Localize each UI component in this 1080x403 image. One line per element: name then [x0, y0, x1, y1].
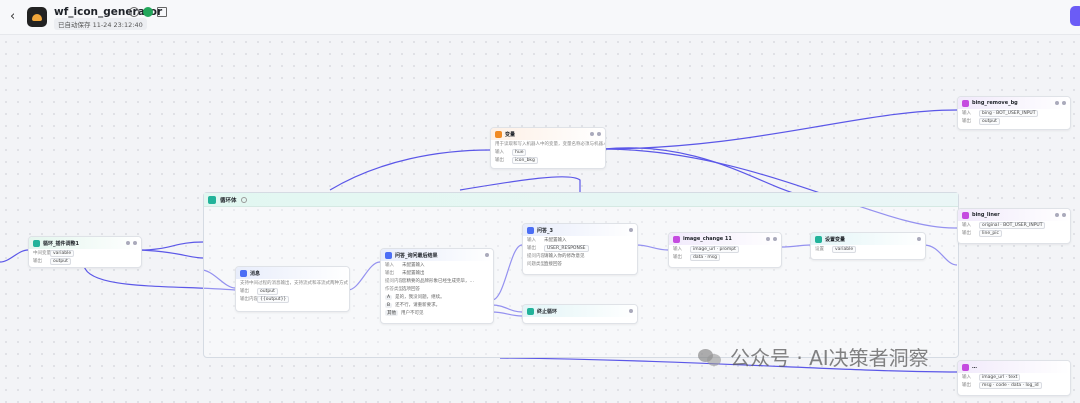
- more-icon[interactable]: [1062, 213, 1066, 217]
- answer-option[interactable]: B 还不行，请重新要求。: [381, 301, 493, 309]
- set-variable-icon: [815, 235, 822, 243]
- answer-option[interactable]: 其他 用户不可见: [381, 309, 493, 317]
- node-message[interactable]: 消息 支持中间过程的消息输出，支持流式和非流式两种方式 输出 output 输出内…: [235, 266, 350, 312]
- more-icon[interactable]: [629, 228, 633, 232]
- message-icon: [240, 269, 247, 277]
- node-row: 作答类型 选项回答: [385, 287, 420, 292]
- node-title: 问答_3: [537, 227, 553, 234]
- plugin-icon: [962, 211, 969, 219]
- node-title: 终止循环: [537, 308, 558, 315]
- node-header: image_change 11: [669, 233, 781, 245]
- stop-loop-icon: [527, 307, 534, 315]
- more-icon[interactable]: [629, 309, 633, 313]
- plugin-icon: [962, 363, 969, 371]
- node-stop-loop[interactable]: 终止循环: [522, 304, 638, 324]
- node-description: 用于读取和写入机器人中的变量，变量名称必须与机器人中的…: [495, 142, 605, 147]
- node-title: 循环_插件调整1: [43, 240, 79, 247]
- settings-icon[interactable]: [1055, 101, 1059, 105]
- node-row: 输入 original · BOT_USER_INPUT: [958, 221, 1070, 229]
- node-row: 输出内容 {{output}}: [236, 295, 349, 303]
- node-header: 问答_3: [523, 224, 637, 236]
- node-header: bing_remove_bg: [958, 97, 1070, 109]
- settings-icon[interactable]: [590, 132, 594, 136]
- node-row: 输入 hue: [491, 148, 605, 156]
- node-header: 变量: [491, 128, 605, 140]
- more-icon[interactable]: [133, 241, 137, 245]
- node-title: image_change 11: [683, 236, 732, 242]
- node-row: 中间变量 variable: [29, 249, 141, 257]
- wechat-icon: [698, 347, 722, 367]
- node-row: 输出 未配置输出: [385, 271, 425, 276]
- node-row: 提问内容 您精要的品牌形象已经生成完毕，…: [385, 279, 474, 284]
- node-variable[interactable]: 变量 用于读取和写入机器人中的变量，变量名称必须与机器人中的… 输入hue 输出…: [490, 127, 606, 169]
- more-icon[interactable]: [597, 132, 601, 136]
- node-row: 输入 image_url · text: [958, 373, 1070, 381]
- node-row: 输入 未配置输入: [527, 238, 567, 243]
- node-title: …: [972, 364, 977, 370]
- node-header: 设置变量: [811, 233, 925, 245]
- node-row: 输出 USER_RESPONSE: [523, 244, 637, 252]
- answer-option[interactable]: A 是的，我没问题，继续。: [381, 293, 493, 301]
- node-row: 输出 output: [236, 287, 349, 295]
- node-row: 提问内容 请输入你的修改意见: [527, 254, 585, 259]
- node-header: bing_liner: [958, 209, 1070, 221]
- node-header: 循环_插件调整1: [29, 237, 141, 249]
- node-question-3[interactable]: 问答_3 输入 未配置输入 输出 USER_RESPONSE 提问内容 请输入你的修改…: [522, 223, 638, 275]
- node-question-result[interactable]: 问答_询问最后结果 输入 未配置输入 输出 未配置输出 提问内容 您精要的品牌形象已经…: [380, 248, 494, 324]
- node-image-change[interactable]: image_change 11 输入 image_url · prompt 输出 d…: [668, 232, 782, 268]
- node-title: 消息: [250, 270, 261, 277]
- node-header: 终止循环: [523, 305, 637, 317]
- loop-body-label: 循环体: [220, 197, 237, 204]
- more-icon[interactable]: [1062, 101, 1066, 105]
- node-loop-collect[interactable]: 循环_插件调整1 中间变量 variable 输出 output: [28, 236, 142, 268]
- node-description: 支持中间过程的消息输出，支持流式和非流式两种方式: [240, 281, 348, 286]
- node-row: 输出 line_pic: [958, 229, 1070, 237]
- more-icon[interactable]: [485, 253, 489, 257]
- node-row: 输入 image_url · prompt: [669, 245, 781, 253]
- node-row: 输出 output: [29, 257, 141, 265]
- node-bing-remove-bg[interactable]: bing_remove_bg 输入 bing · BOT_USER_INPUT 输…: [957, 96, 1071, 130]
- node-header: 消息: [236, 267, 349, 279]
- watermark: 公众号 · AI决策者洞察: [698, 342, 929, 371]
- node-header: …: [958, 361, 1070, 373]
- info-icon[interactable]: [240, 196, 247, 203]
- loop-body-header: 循环体: [204, 193, 958, 207]
- node-row: 问题类型 直接回答: [527, 262, 562, 267]
- node-title: bing_liner: [972, 212, 1000, 218]
- loop-icon: [33, 239, 40, 247]
- node-row: 输出 output: [958, 117, 1070, 125]
- node-bing-liner[interactable]: bing_liner 输入 original · BOT_USER_INPUT 输…: [957, 208, 1071, 244]
- node-row: 输出 msg · code · data · log_id: [958, 381, 1070, 389]
- more-icon[interactable]: [917, 237, 921, 241]
- settings-icon[interactable]: [126, 241, 130, 245]
- node-bottom-plugin[interactable]: … 输入 image_url · text 输出 msg · code · data…: [957, 360, 1071, 396]
- question-icon: [527, 226, 534, 234]
- loop-icon: [208, 195, 216, 204]
- node-row: 输入 bing · BOT_USER_INPUT: [958, 109, 1070, 117]
- node-row: 设置 variable: [811, 245, 925, 253]
- node-row: 输出 data · msg: [669, 253, 781, 261]
- question-icon: [385, 251, 392, 259]
- more-icon[interactable]: [773, 237, 777, 241]
- node-title: 问答_询问最后结果: [395, 252, 438, 259]
- node-title: bing_remove_bg: [972, 100, 1018, 106]
- node-title: 设置变量: [825, 236, 846, 243]
- plugin-icon: [962, 99, 969, 107]
- watermark-text: 公众号 · AI决策者洞察: [730, 346, 929, 370]
- node-header: 问答_询问最后结果: [381, 249, 493, 261]
- node-set-variable[interactable]: 设置变量 设置 variable: [810, 232, 926, 260]
- settings-icon[interactable]: [766, 237, 770, 241]
- node-row: 输入 未配置输入: [385, 263, 425, 268]
- variable-icon: [495, 130, 502, 138]
- node-title: 变量: [505, 131, 516, 138]
- node-row: 输出 icon_bkg: [491, 156, 605, 164]
- settings-icon[interactable]: [1055, 213, 1059, 217]
- plugin-icon: [673, 235, 680, 243]
